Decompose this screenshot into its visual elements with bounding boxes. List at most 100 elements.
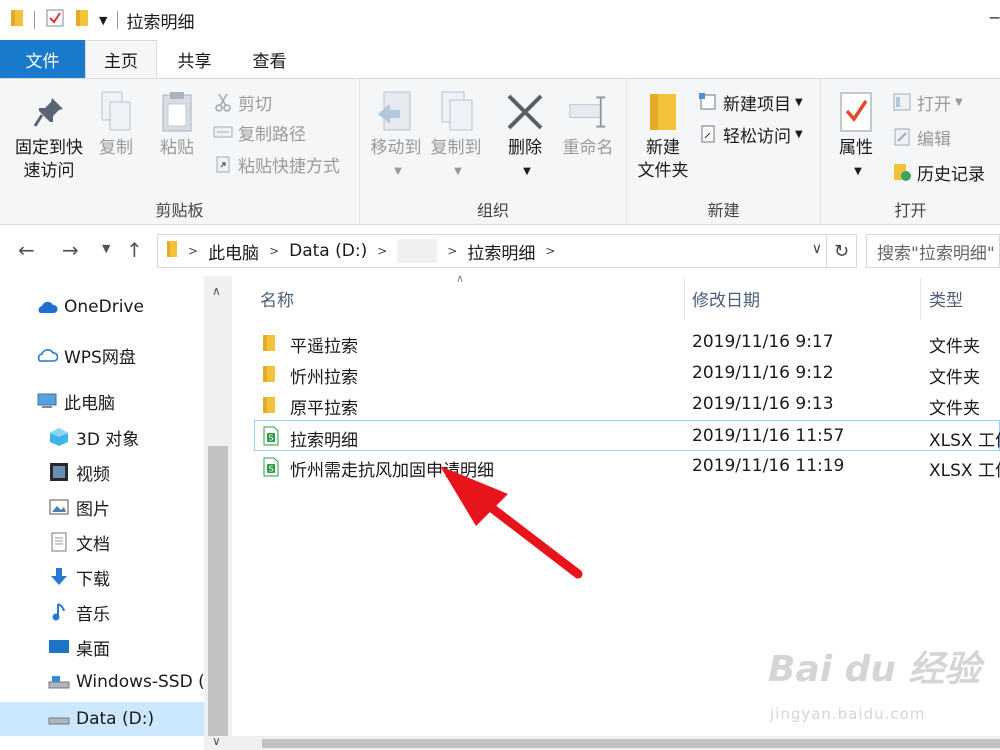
file-row[interactable]: 平遥拉索 2019/11/16 9:17 文件夹 bbox=[254, 327, 1000, 358]
nav-item-windows-ssd[interactable]: Windows-SSD ( bbox=[48, 667, 204, 697]
scrollbar-thumb[interactable] bbox=[208, 446, 228, 736]
cut-button[interactable]: 剪切 bbox=[212, 89, 272, 115]
file-type: XLSX 工作 bbox=[929, 461, 1000, 481]
paste-shortcut-label: 粘贴快捷方式 bbox=[238, 156, 340, 177]
picture-icon bbox=[48, 496, 70, 518]
nav-item-videos[interactable]: 视频 bbox=[48, 457, 110, 487]
file-row[interactable]: S 忻州需走抗风加固申请明细 2019/11/16 11:19 XLSX 工作 bbox=[254, 451, 1000, 482]
recent-locations-chevron-icon[interactable]: ▼ bbox=[102, 242, 110, 255]
rename-button[interactable]: 重命名 bbox=[556, 89, 620, 160]
file-name: 原平拉索 bbox=[290, 399, 358, 419]
scroll-down-icon[interactable]: ∨ bbox=[212, 734, 221, 748]
nav-item-label: 视频 bbox=[76, 464, 110, 485]
history-label: 历史记录 bbox=[917, 164, 985, 185]
new-item-button[interactable]: 新建项目 ▼ bbox=[697, 89, 803, 115]
nav-item-documents[interactable]: 文档 bbox=[48, 527, 110, 557]
nav-item-downloads[interactable]: 下载 bbox=[48, 562, 110, 592]
nav-item-onedrive[interactable]: OneDrive bbox=[36, 292, 144, 322]
move-to-button[interactable]: 移动到 ▼ bbox=[366, 89, 426, 183]
forward-arrow-icon[interactable]: → bbox=[62, 238, 79, 262]
nav-item-desktop[interactable]: 桌面 bbox=[48, 632, 110, 662]
new-group: 新建 文件夹 新建项目 ▼ 轻松访问 ▼ 新建 bbox=[627, 79, 821, 225]
up-arrow-icon[interactable]: ↑ bbox=[126, 238, 143, 262]
file-row[interactable]: 忻州拉索 2019/11/16 9:12 文件夹 bbox=[254, 358, 1000, 389]
copy-to-button[interactable]: 复制到 ▼ bbox=[426, 89, 486, 183]
scissors-icon bbox=[212, 91, 234, 113]
chevron-right-icon[interactable]: > bbox=[269, 244, 279, 258]
nav-item-pictures[interactable]: 图片 bbox=[48, 492, 110, 522]
delete-button[interactable]: 删除 ▼ bbox=[500, 89, 550, 183]
scrollbar-thumb[interactable] bbox=[262, 739, 1000, 748]
nav-item-music[interactable]: 音乐 bbox=[48, 597, 110, 627]
column-header-name[interactable]: 名称 bbox=[260, 286, 294, 311]
customize-dropdown-icon[interactable]: ▼ bbox=[99, 14, 107, 27]
new-folder-icon[interactable] bbox=[75, 8, 89, 32]
file-row[interactable]: 原平拉索 2019/11/16 9:13 文件夹 bbox=[254, 389, 1000, 420]
nav-item-label: OneDrive bbox=[64, 297, 144, 317]
paste-shortcut-button[interactable]: 粘贴快捷方式 bbox=[212, 151, 340, 177]
nav-item-3d-objects[interactable]: 3D 对象 bbox=[48, 422, 139, 452]
copy-path-label: 复制路径 bbox=[238, 124, 306, 145]
tab-file[interactable]: 文件 bbox=[0, 40, 85, 78]
breadcrumb-data-drive[interactable]: Data (D:) bbox=[289, 241, 367, 261]
breadcrumb-redacted[interactable] bbox=[397, 239, 438, 263]
easy-access-button[interactable]: 轻松访问 ▼ bbox=[697, 121, 803, 147]
horizontal-scrollbar[interactable] bbox=[232, 736, 1000, 750]
nav-item-data-drive[interactable]: Data (D:) bbox=[0, 702, 204, 736]
cube-icon bbox=[48, 426, 70, 448]
properties-button[interactable]: 属性 ▼ bbox=[831, 89, 881, 183]
copy-icon bbox=[96, 89, 136, 135]
paste-shortcut-icon bbox=[212, 153, 234, 175]
quick-access-toolbar: ▼ bbox=[10, 8, 119, 32]
move-to-dropdown-icon: ▼ bbox=[394, 166, 402, 177]
file-name: 拉索明细 bbox=[290, 431, 358, 451]
nav-item-label: 音乐 bbox=[76, 604, 110, 625]
tab-home[interactable]: 主页 bbox=[85, 40, 157, 78]
ribbon: 固定到快 速访问 复制 粘贴 剪切 复制路径 粘贴快捷方式 剪贴板 移动到 ▼ … bbox=[0, 78, 1000, 225]
refresh-icon[interactable]: ↻ bbox=[826, 235, 856, 267]
new-folder-button[interactable]: 新建 文件夹 bbox=[633, 89, 693, 183]
column-header-date[interactable]: 修改日期 bbox=[692, 286, 760, 311]
folder-icon[interactable] bbox=[10, 8, 24, 32]
copy-path-button[interactable]: 复制路径 bbox=[212, 119, 306, 145]
nav-pane-scrollbar[interactable]: ∧ ∨ bbox=[204, 276, 232, 750]
breadcrumb-current-folder[interactable]: 拉索明细 bbox=[467, 239, 535, 264]
address-bar[interactable]: > 此电脑 > Data (D:) > > 拉索明细 > ∨ ↻ bbox=[157, 234, 857, 268]
chevron-right-icon[interactable]: > bbox=[377, 244, 387, 258]
folder-icon bbox=[262, 334, 276, 357]
drive-icon bbox=[48, 671, 70, 693]
back-arrow-icon[interactable]: ← bbox=[18, 238, 35, 262]
chevron-right-icon[interactable]: > bbox=[545, 244, 555, 258]
copy-button[interactable]: 复制 bbox=[92, 89, 140, 160]
properties-checkbox-icon[interactable] bbox=[45, 8, 65, 32]
new-folder-label-line1: 新建 bbox=[646, 138, 680, 158]
minimize-button[interactable]: − bbox=[988, 8, 1000, 27]
tab-view[interactable]: 查看 bbox=[232, 40, 307, 78]
rename-label: 重命名 bbox=[562, 138, 614, 158]
chevron-right-icon[interactable]: > bbox=[188, 244, 198, 258]
nav-item-label: 文档 bbox=[76, 534, 110, 555]
column-divider[interactable] bbox=[920, 278, 921, 320]
chevron-right-icon[interactable]: > bbox=[447, 244, 457, 258]
nav-item-this-pc[interactable]: 此电脑 bbox=[36, 386, 115, 416]
search-input[interactable]: 搜索"拉索明细" bbox=[866, 234, 1000, 268]
drive-icon bbox=[48, 708, 70, 730]
breadcrumb-this-pc[interactable]: 此电脑 bbox=[208, 239, 259, 264]
tab-share[interactable]: 共享 bbox=[157, 40, 232, 78]
open-group: 属性 ▼ 打开 ▼ 编辑 历史记录 打开 bbox=[821, 79, 1000, 225]
open-button[interactable]: 打开 ▼ bbox=[891, 89, 963, 115]
file-row[interactable]: S 拉索明细 2019/11/16 11:57 XLSX 工作 bbox=[254, 420, 1000, 451]
paste-button[interactable]: 粘贴 bbox=[153, 89, 201, 160]
scroll-up-icon[interactable]: ∧ bbox=[212, 284, 221, 298]
column-header-type[interactable]: 类型 bbox=[929, 286, 963, 311]
nav-item-label: WPS网盘 bbox=[64, 347, 136, 368]
organize-group-label: 组织 bbox=[476, 201, 509, 220]
address-dropdown-icon[interactable]: ∨ bbox=[812, 241, 822, 257]
file-name: 平遥拉索 bbox=[290, 337, 358, 357]
history-button[interactable]: 历史记录 bbox=[891, 159, 985, 185]
nav-item-wps-cloud[interactable]: WPS网盘 bbox=[36, 340, 136, 370]
pin-quick-access-button[interactable]: 固定到快 速访问 bbox=[10, 89, 88, 183]
edit-button[interactable]: 编辑 bbox=[891, 124, 951, 150]
nav-item-label: Windows-SSD ( bbox=[76, 672, 204, 692]
column-divider[interactable] bbox=[684, 278, 685, 320]
